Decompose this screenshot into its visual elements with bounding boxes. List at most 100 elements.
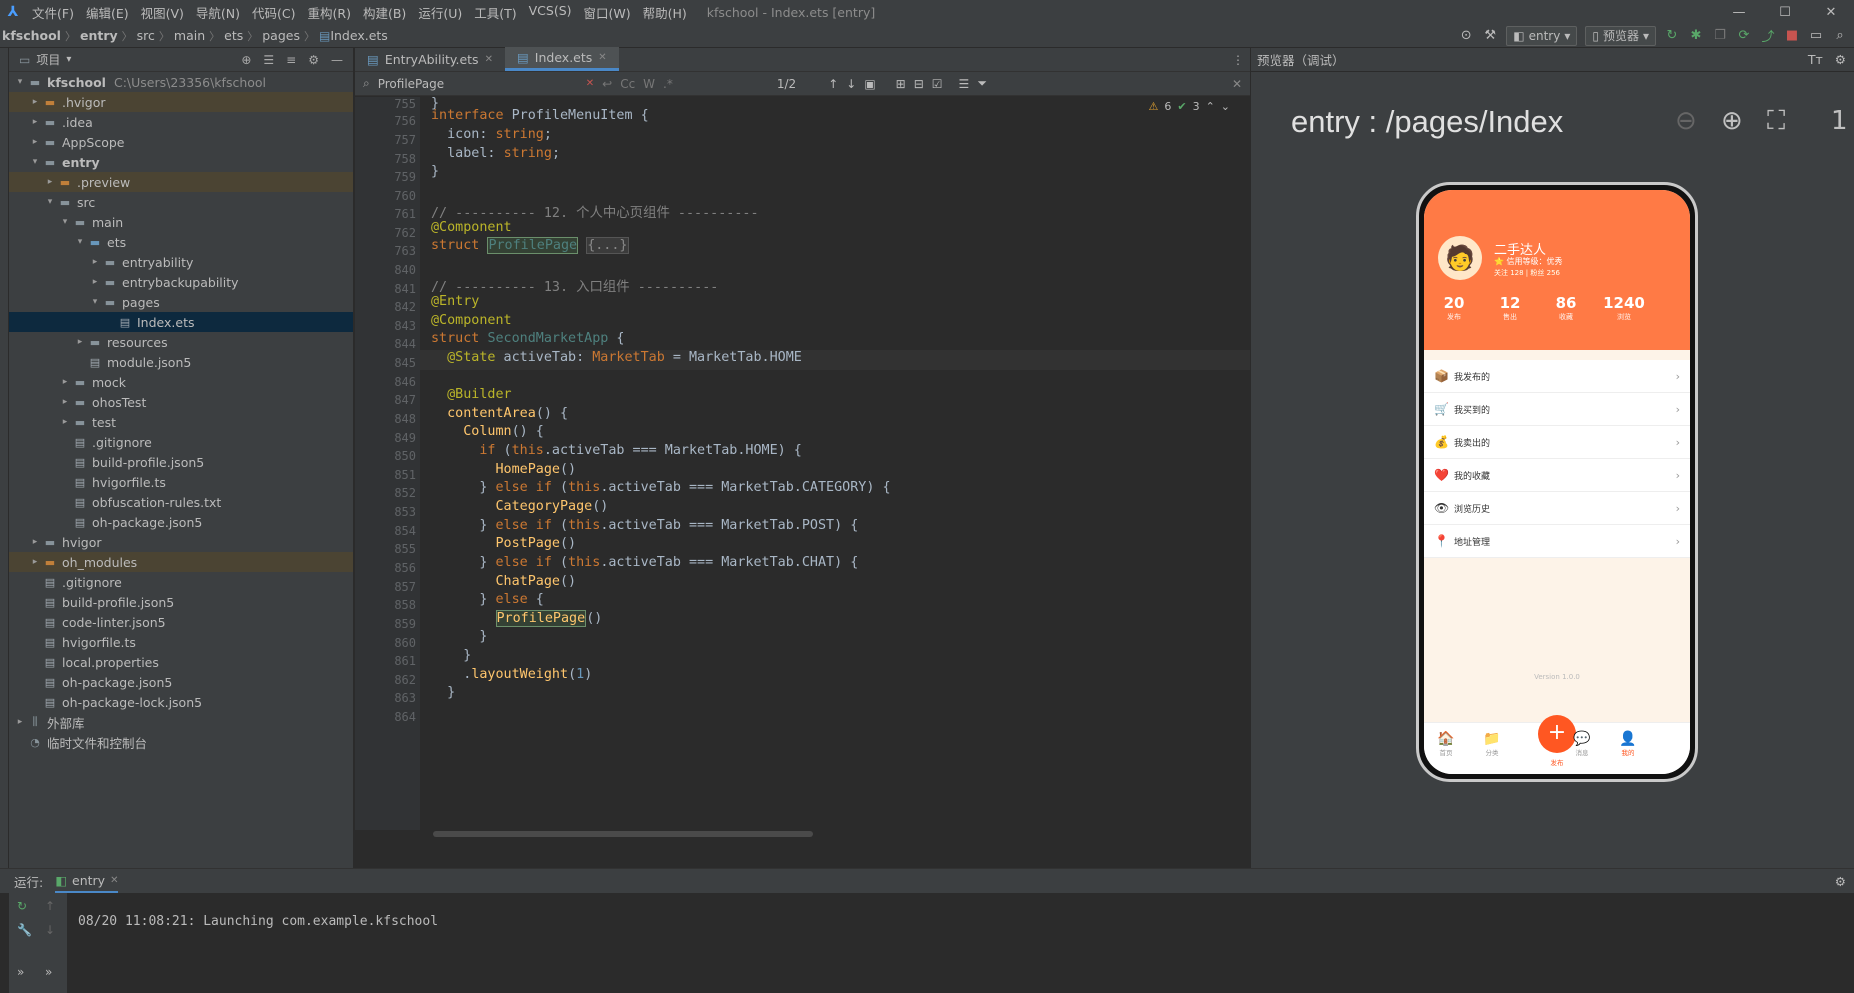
tree-item[interactable]: ▤ Index.ets bbox=[9, 312, 353, 332]
menu-item[interactable]: VCS(S) bbox=[523, 3, 578, 22]
bottom-tab[interactable]: 👤 我的 bbox=[1608, 731, 1648, 757]
bottom-tab[interactable]: 🏠 首页 bbox=[1426, 731, 1466, 757]
tree-item[interactable]: ▸ ▬ .hvigor bbox=[9, 92, 353, 112]
search-icon[interactable]: ⌕ bbox=[1832, 28, 1848, 43]
profile-stat[interactable]: 1240 浏览 bbox=[1594, 294, 1654, 322]
wrench-icon[interactable]: 🔧 bbox=[17, 923, 32, 937]
module-select[interactable]: ◧ entry ▾ bbox=[1506, 25, 1578, 46]
chevron-right-icon[interactable]: ▸ bbox=[28, 557, 42, 567]
tree-item[interactable]: ▸ ▬ ohosTest bbox=[9, 392, 353, 412]
menu-item[interactable]: 导航(N) bbox=[190, 3, 246, 22]
words-icon[interactable]: W bbox=[643, 77, 655, 91]
one-to-one-icon[interactable]: 1 bbox=[1831, 106, 1848, 136]
hide-icon[interactable]: — bbox=[331, 53, 343, 67]
options-icon[interactable]: ☰ bbox=[959, 77, 970, 91]
tree-item[interactable]: ▸ ▬ oh_modules bbox=[9, 552, 353, 572]
tree-item[interactable]: ▤ hvigorfile.ts bbox=[9, 632, 353, 652]
chevron-right-icon[interactable]: ▸ bbox=[28, 137, 42, 147]
font-size-icon[interactable]: Tт bbox=[1808, 52, 1823, 67]
tree-item[interactable]: ▸ ▬ entrybackupability bbox=[9, 272, 353, 292]
select-occurrence-icon[interactable]: ☑ bbox=[932, 77, 943, 91]
close-icon[interactable]: ✕ bbox=[485, 54, 493, 65]
chevron-right-icon[interactable]: ▸ bbox=[28, 537, 42, 547]
chevron-right-icon[interactable]: ▸ bbox=[73, 337, 87, 347]
expand-all-icon[interactable]: ☰ bbox=[263, 53, 274, 67]
arrow-up-icon[interactable]: ↑ bbox=[828, 77, 838, 91]
clear-icon[interactable]: ✕ bbox=[586, 78, 594, 89]
close-find-icon[interactable]: ✕ bbox=[1232, 77, 1250, 91]
tree-item[interactable]: ▤ .gitignore bbox=[9, 572, 353, 592]
tree-item[interactable]: ▾ ▬ ets bbox=[9, 232, 353, 252]
expand-icon[interactable]: » bbox=[45, 965, 52, 979]
locate-icon[interactable]: ⊙ bbox=[1458, 28, 1474, 43]
profile-stat[interactable]: 12 售出 bbox=[1480, 294, 1540, 322]
chevron-down-icon[interactable]: ▾ bbox=[58, 217, 72, 227]
chevron-right-icon[interactable]: ▸ bbox=[88, 257, 102, 267]
collapse-all-icon[interactable]: ≡ bbox=[286, 53, 296, 67]
tree-item[interactable]: ▤ oh-package.json5 bbox=[9, 672, 353, 692]
breadcrumb-item[interactable]: entry bbox=[80, 28, 118, 43]
find-input[interactable]: ProfilePage bbox=[378, 77, 578, 91]
chevron-right-icon[interactable]: ▸ bbox=[43, 177, 57, 187]
menu-item[interactable]: 视图(V) bbox=[135, 3, 190, 22]
match-case-icon[interactable]: Cc bbox=[620, 77, 635, 91]
tree-item[interactable]: ▸ ▬ .idea bbox=[9, 112, 353, 132]
add-occurrence-icon[interactable]: ⊞ bbox=[896, 77, 906, 91]
more-icon[interactable]: » bbox=[17, 965, 24, 979]
menu-item[interactable]: 文件(F) bbox=[26, 3, 80, 22]
breadcrumb-item[interactable]: kfschool bbox=[2, 28, 61, 43]
tree-item[interactable]: ▤ oh-package.json5 bbox=[9, 512, 353, 532]
regex-history-icon[interactable]: ↩ bbox=[602, 77, 612, 91]
arrow-down-icon[interactable]: ↓ bbox=[45, 923, 55, 937]
editor-tab[interactable]: ▤ EntryAbility.ets ✕ bbox=[355, 47, 505, 71]
breadcrumb-item[interactable]: Index.ets bbox=[330, 28, 388, 43]
tree-item[interactable]: ▾ ▬ entry bbox=[9, 152, 353, 172]
tree-item[interactable]: ▸ ▬ mock bbox=[9, 372, 353, 392]
menu-item[interactable]: 帮助(H) bbox=[637, 3, 693, 22]
breadcrumb-item[interactable]: ets bbox=[224, 28, 243, 43]
select-all-icon[interactable]: ▣ bbox=[864, 77, 875, 91]
tree-item[interactable]: ▤ .gitignore bbox=[9, 432, 353, 452]
chevron-right-icon[interactable]: ▸ bbox=[58, 377, 72, 387]
hammer-icon[interactable]: ⚒ bbox=[1482, 28, 1498, 43]
run-tab-entry[interactable]: ◧ entry ✕ bbox=[55, 869, 119, 893]
chevron-down-icon[interactable]: ▾ bbox=[73, 237, 87, 247]
breadcrumb-item[interactable]: src bbox=[137, 28, 155, 43]
zoom-out-icon[interactable]: ⊖ bbox=[1675, 106, 1697, 136]
tree-item[interactable]: ▾ ▬ kfschool C:\Users\23356\kfschool bbox=[9, 72, 353, 92]
horizontal-scrollbar[interactable] bbox=[433, 831, 813, 837]
chevron-right-icon[interactable]: ▸ bbox=[28, 117, 42, 127]
zoom-in-icon[interactable]: ⊕ bbox=[1721, 106, 1743, 136]
tree-item[interactable]: ▤ local.properties bbox=[9, 652, 353, 672]
tree-item[interactable]: ▸ ▬ hvigor bbox=[9, 532, 353, 552]
chevron-down-icon[interactable]: ▾ bbox=[43, 197, 57, 207]
profile-menu-item[interactable]: ❤️ 我的收藏 › bbox=[1424, 459, 1690, 492]
tree-item[interactable]: ▤ build-profile.json5 bbox=[9, 452, 353, 472]
minimize-icon[interactable]: — bbox=[1716, 5, 1762, 20]
menu-item[interactable]: 编辑(E) bbox=[80, 3, 135, 22]
tree-item[interactable]: ▤ code-linter.json5 bbox=[9, 612, 353, 632]
tree-item[interactable]: ◔ 临时文件和控制台 bbox=[9, 732, 353, 752]
chevron-down-icon[interactable]: ▾ bbox=[88, 297, 102, 307]
tree-item[interactable]: ▾ ▬ main bbox=[9, 212, 353, 232]
project-panel-title[interactable]: 项目 bbox=[36, 51, 60, 68]
chevron-right-icon[interactable]: ▸ bbox=[28, 97, 42, 107]
profile-menu-item[interactable]: 👁 浏览历史 › bbox=[1424, 492, 1690, 525]
maximize-icon[interactable]: ☐ bbox=[1762, 5, 1808, 20]
rerun-icon[interactable]: ↻ bbox=[17, 899, 27, 913]
close-icon[interactable]: ✕ bbox=[1808, 5, 1854, 20]
tree-item[interactable]: ▾ ▬ src bbox=[9, 192, 353, 212]
chevron-right-icon[interactable]: ▸ bbox=[13, 717, 27, 727]
tree-item[interactable]: ▤ module.json5 bbox=[9, 352, 353, 372]
chevron-up-icon[interactable]: ⌃ bbox=[1206, 100, 1215, 113]
chevron-down-icon[interactable]: ⌄ bbox=[1221, 100, 1230, 113]
apply-changes-icon[interactable]: ⤴ bbox=[1760, 26, 1776, 45]
reload-icon[interactable]: ⟳ bbox=[1736, 28, 1752, 43]
tree-item[interactable]: ▤ obfuscation-rules.txt bbox=[9, 492, 353, 512]
debug-icon[interactable]: ✱ bbox=[1688, 28, 1704, 43]
gear-icon[interactable]: ⚙ bbox=[1835, 874, 1854, 889]
rerun-icon[interactable]: ↻ bbox=[1664, 28, 1680, 43]
menu-item[interactable]: 窗口(W) bbox=[578, 3, 637, 22]
regex-icon[interactable]: .* bbox=[663, 77, 673, 91]
menu-item[interactable]: 工具(T) bbox=[468, 3, 522, 22]
